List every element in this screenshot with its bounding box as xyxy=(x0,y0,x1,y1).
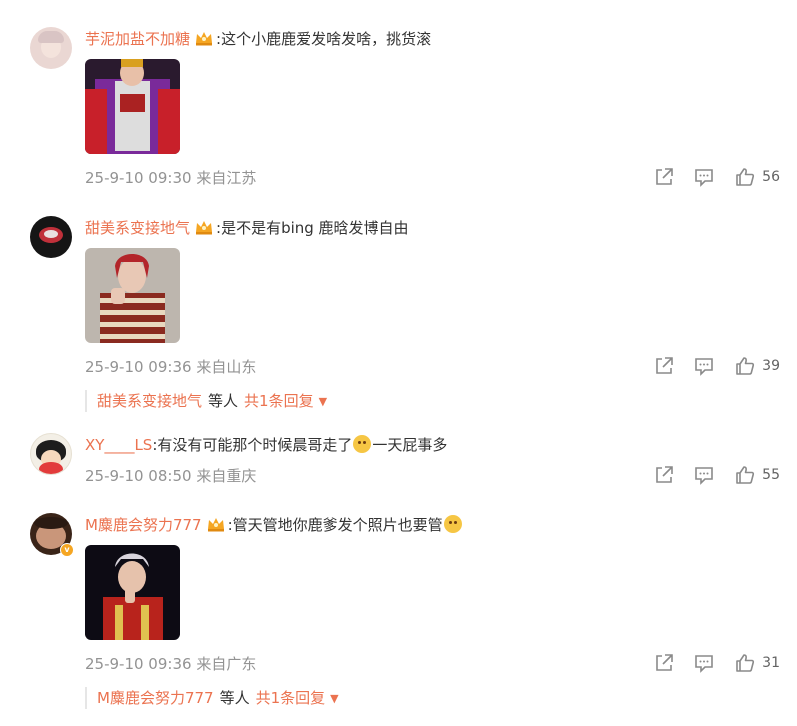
avatar[interactable] xyxy=(30,433,72,475)
comment-image[interactable] xyxy=(85,545,180,640)
reply-summary[interactable]: 甜美系变接地气 等人 共1条回复 ▼ xyxy=(85,390,327,412)
avatar[interactable] xyxy=(30,216,72,258)
reply-summary-user[interactable]: M麋鹿会努力777 xyxy=(97,689,214,707)
crown-badge-icon xyxy=(195,219,213,235)
comment-line: XY____LS:有没有可能那个时候晨哥走了 一天屁事多 xyxy=(85,434,447,456)
comment-meta: 25-9-10 09:36 来自广东 xyxy=(85,653,256,674)
comment-date: 25-9-10 09:30 xyxy=(85,169,192,187)
comment-text: :是不是有bing 鹿晗发博自由 xyxy=(216,219,409,237)
share-icon[interactable] xyxy=(653,652,675,674)
reply-summary-etc: 等人 xyxy=(208,392,239,410)
like-count: 39 xyxy=(762,358,780,374)
comment-text: :这个小鹿鹿爱发啥发啥，挑货滚 xyxy=(216,30,432,48)
crown-badge-icon xyxy=(207,516,225,532)
comment-date: 25-9-10 08:50 xyxy=(85,467,192,485)
share-icon[interactable] xyxy=(653,464,675,486)
comment-text: :管天管地你鹿爹发个照片也要管 xyxy=(227,516,443,534)
doge-emoji-icon xyxy=(353,435,372,453)
comment-meta: 25-9-10 09:36 来自山东 xyxy=(85,356,256,377)
caret-down-icon[interactable]: ▼ xyxy=(330,692,338,705)
reply-summary[interactable]: M麋鹿会努力777 等人 共1条回复 ▼ xyxy=(85,687,339,709)
reply-summary-user[interactable]: 甜美系变接地气 xyxy=(97,392,202,410)
comment-icon[interactable] xyxy=(693,652,715,674)
comment-date: 25-9-10 09:36 xyxy=(85,358,192,376)
share-icon[interactable] xyxy=(653,355,675,377)
comment-username[interactable]: 甜美系变接地气 xyxy=(85,219,190,237)
share-icon[interactable] xyxy=(653,166,675,188)
thumbs-up-icon[interactable] xyxy=(734,166,756,188)
thumbs-up-icon[interactable] xyxy=(734,464,756,486)
comment-icon[interactable] xyxy=(693,355,715,377)
comment-text: :有没有可能那个时候晨哥走了 xyxy=(152,436,353,454)
comment-username[interactable]: M麋鹿会努力777 xyxy=(85,516,202,534)
crown-badge-icon xyxy=(195,30,213,46)
comment-actions: 39 xyxy=(653,355,780,377)
caret-down-icon[interactable]: ▼ xyxy=(319,395,327,408)
comment-username[interactable]: 芋泥加盐不加糖 xyxy=(85,30,190,48)
like-count: 55 xyxy=(762,467,780,483)
avatar[interactable] xyxy=(30,27,72,69)
comment-date: 25-9-10 09:36 xyxy=(85,655,192,673)
comment-location: 来自广东 xyxy=(196,655,257,673)
comment-image[interactable] xyxy=(85,59,180,154)
comment-meta: 25-9-10 09:30 来自江苏 xyxy=(85,167,256,188)
comment-image[interactable] xyxy=(85,248,180,343)
thumbs-up-icon[interactable] xyxy=(734,652,756,674)
comment-actions: 55 xyxy=(653,464,780,486)
comment-text-continued: 一天屁事多 xyxy=(372,436,448,454)
comment-location: 来自重庆 xyxy=(196,467,257,485)
comment-icon[interactable] xyxy=(693,464,715,486)
reply-count-link[interactable]: 共1条回复 xyxy=(256,689,326,707)
comment-meta: 25-9-10 08:50 来自重庆 xyxy=(85,465,256,486)
thumbs-up-icon[interactable] xyxy=(734,355,756,377)
comment-line: 甜美系变接地气 :是不是有bing 鹿晗发博自由 xyxy=(85,217,409,239)
verified-badge-icon: v xyxy=(60,543,74,557)
comment-actions: 31 xyxy=(653,652,780,674)
like-count: 56 xyxy=(762,169,780,185)
comment-line: 芋泥加盐不加糖 :这个小鹿鹿爱发啥发啥，挑货滚 xyxy=(85,28,431,50)
comment-location: 来自江苏 xyxy=(196,169,257,187)
reply-count-link[interactable]: 共1条回复 xyxy=(244,392,314,410)
comment-actions: 56 xyxy=(653,166,780,188)
laughing-emoji-icon xyxy=(443,515,462,533)
comment-location: 来自山东 xyxy=(196,358,257,376)
comment-line: M麋鹿会努力777 :管天管地你鹿爹发个照片也要管 xyxy=(85,514,463,536)
like-count: 31 xyxy=(762,655,780,671)
comment-icon[interactable] xyxy=(693,166,715,188)
reply-summary-etc: 等人 xyxy=(219,689,250,707)
comment-username[interactable]: XY____LS xyxy=(85,436,152,454)
